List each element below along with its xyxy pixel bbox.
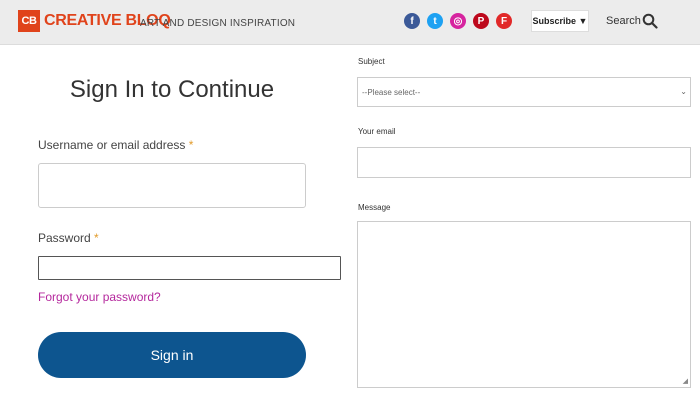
pinterest-icon[interactable]: P bbox=[473, 13, 489, 29]
page-title: Sign In to Continue bbox=[69, 76, 275, 103]
password-label-text: Password bbox=[38, 231, 91, 245]
search-label[interactable]: Search bbox=[606, 15, 641, 27]
subject-selected-value: --Please select-- bbox=[362, 87, 421, 97]
username-label-text: Username or email address bbox=[38, 138, 186, 152]
flipboard-icon[interactable]: F bbox=[496, 13, 512, 29]
email-label: Your email bbox=[358, 127, 396, 136]
username-input[interactable] bbox=[38, 163, 306, 208]
subscribe-button[interactable]: Subscribe ▼ bbox=[531, 10, 589, 32]
chevron-down-icon: ⌄ bbox=[680, 87, 687, 96]
forgot-password-link[interactable]: Forgot your password? bbox=[38, 290, 161, 304]
required-marker: * bbox=[94, 231, 99, 245]
site-header: CB CREATIVE BLOQ ART AND DESIGN INSPIRAT… bbox=[0, 0, 700, 45]
email-field[interactable] bbox=[357, 147, 691, 178]
instagram-icon[interactable]: ◎ bbox=[450, 13, 466, 29]
message-label: Message bbox=[358, 203, 391, 212]
logo-mark[interactable]: CB bbox=[18, 10, 40, 32]
subject-label: Subject bbox=[358, 57, 385, 66]
tagline: ART AND DESIGN INSPIRATION bbox=[140, 18, 296, 29]
twitter-icon[interactable]: t bbox=[427, 13, 443, 29]
username-label: Username or email address * bbox=[38, 138, 193, 152]
message-textarea[interactable]: ◢ bbox=[357, 221, 691, 388]
subject-select[interactable]: --Please select-- ⌄ bbox=[357, 77, 691, 107]
password-label: Password * bbox=[38, 231, 99, 245]
required-marker: * bbox=[188, 138, 194, 152]
facebook-icon[interactable]: f bbox=[404, 13, 420, 29]
sign-in-button[interactable]: Sign in bbox=[38, 332, 306, 378]
password-input[interactable] bbox=[38, 256, 341, 280]
resize-handle-icon[interactable]: ◢ bbox=[683, 377, 688, 385]
search-icon[interactable] bbox=[642, 13, 658, 29]
